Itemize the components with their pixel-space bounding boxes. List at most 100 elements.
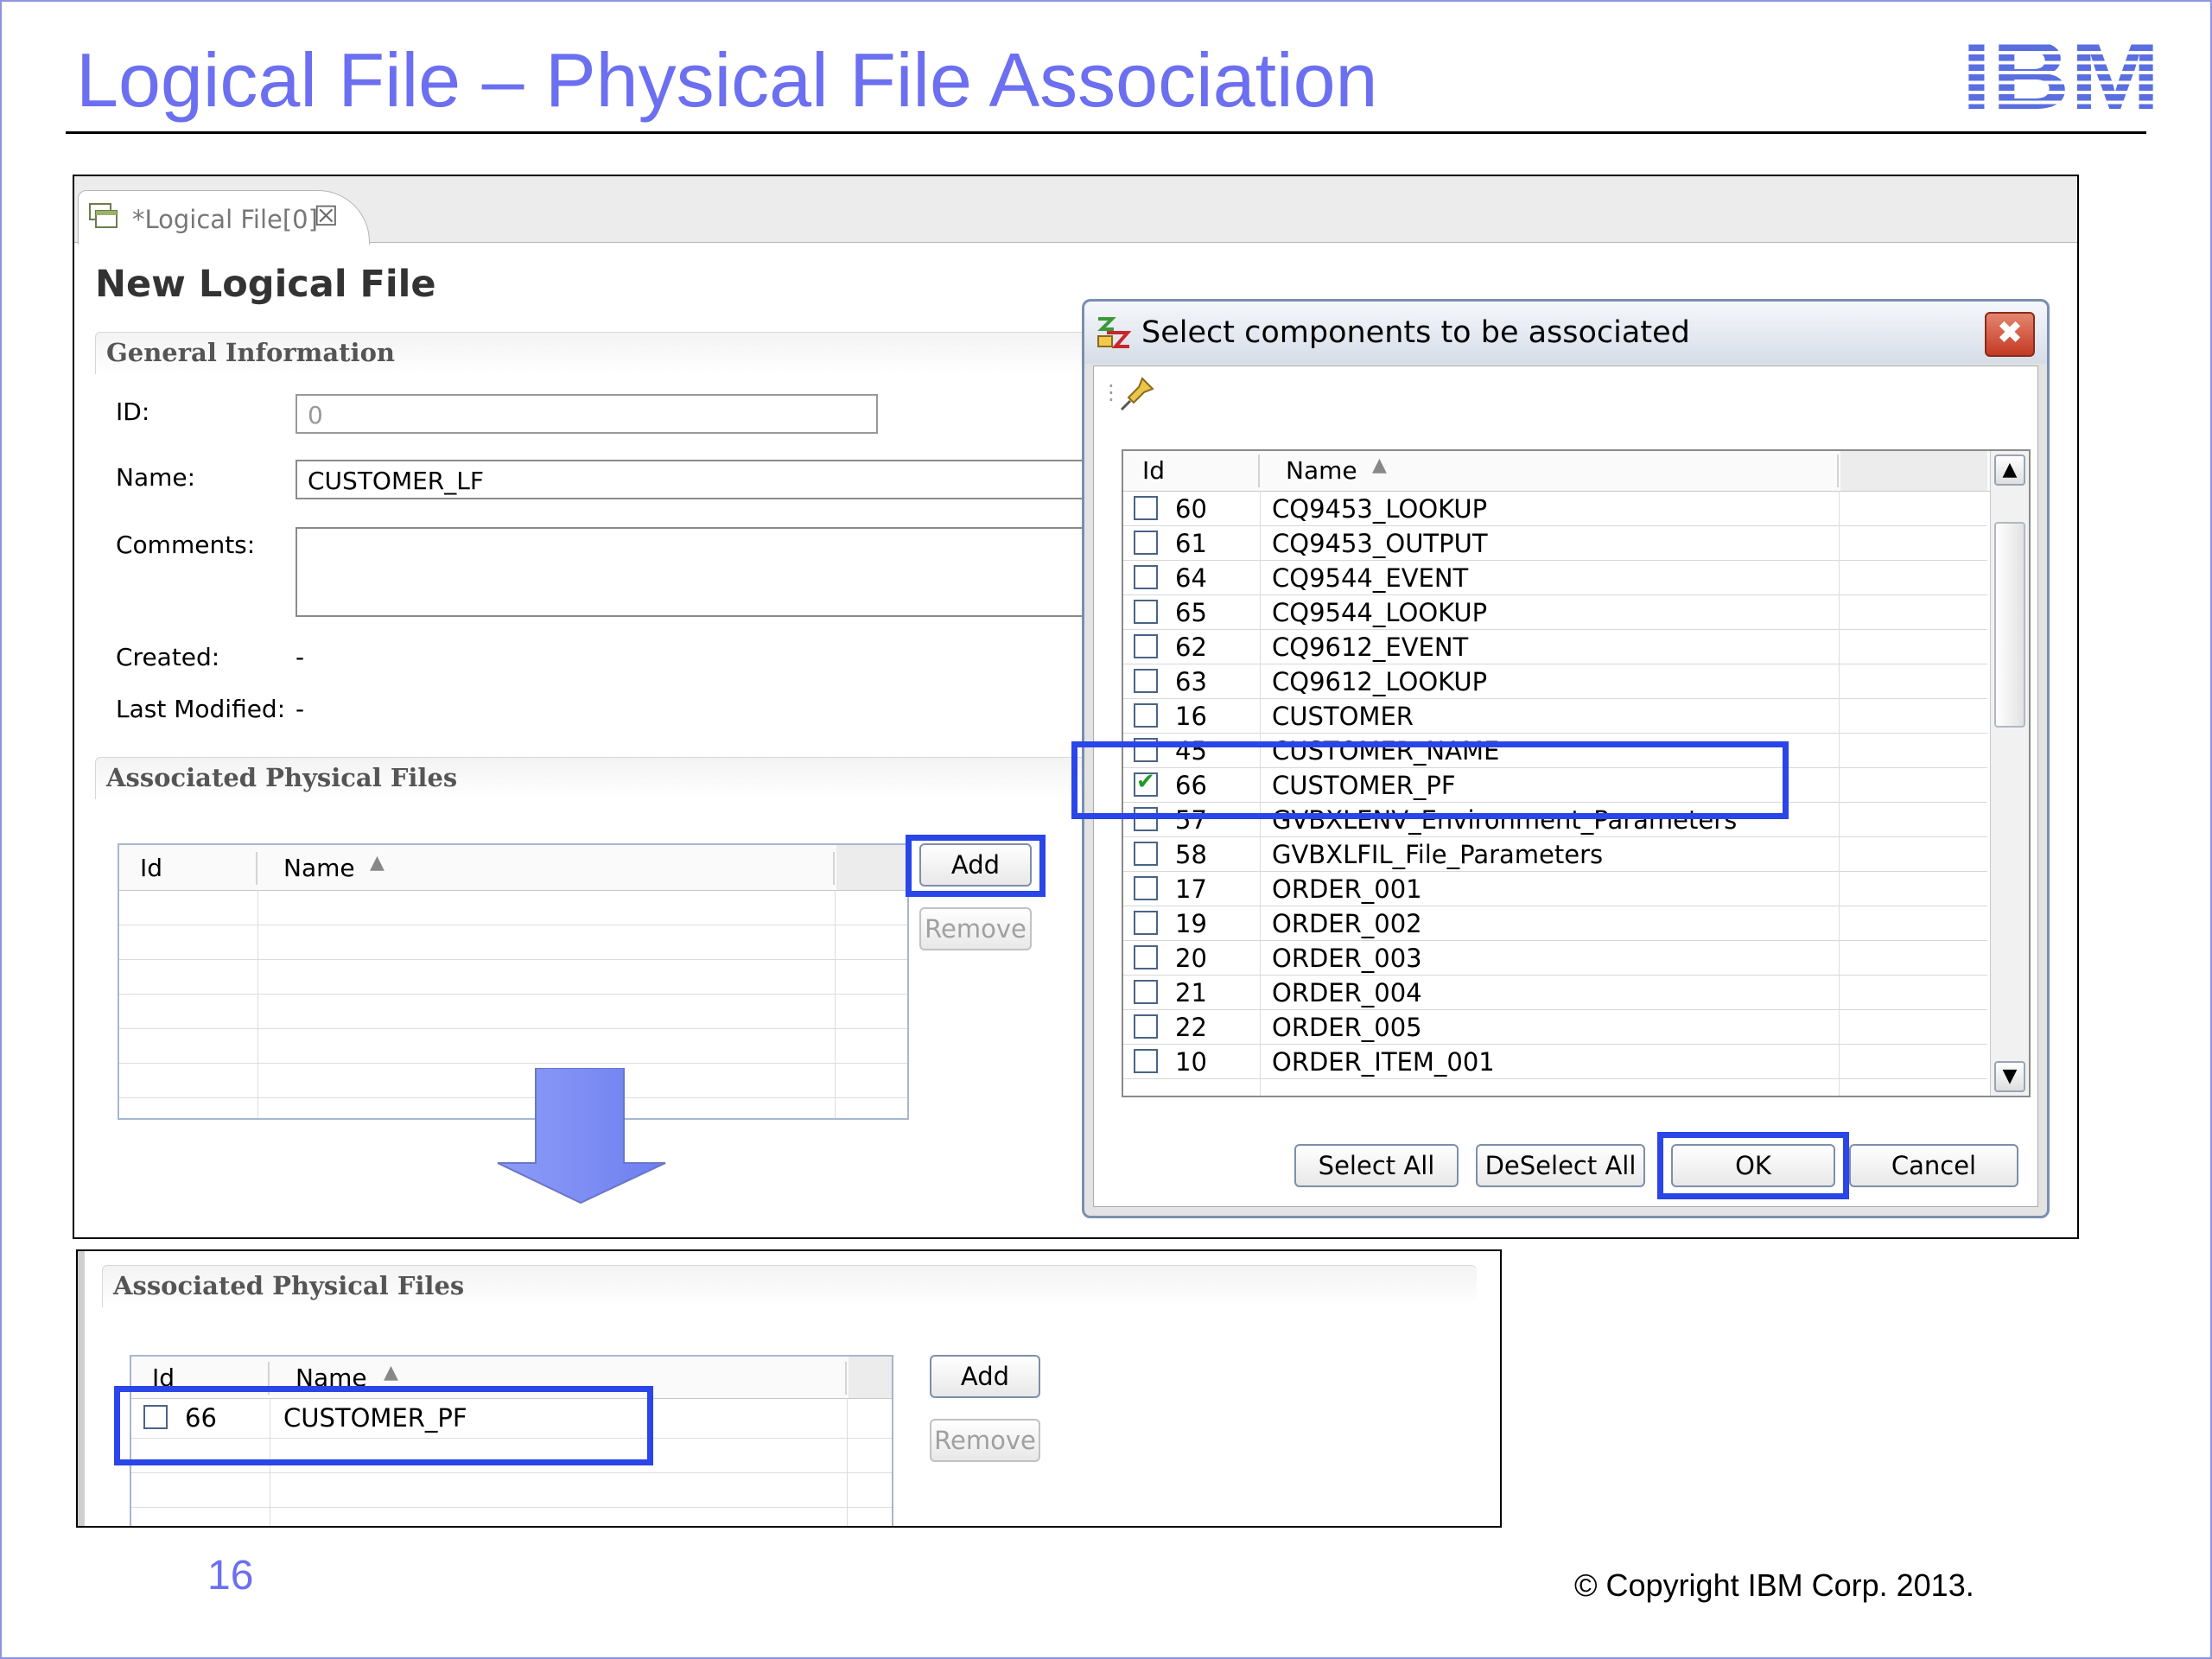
- row-checkbox[interactable]: [1134, 496, 1158, 520]
- row-checkbox[interactable]: [1134, 703, 1158, 728]
- row-id: 17: [1175, 874, 1207, 904]
- row-name: CQ9544_EVENT: [1272, 563, 1469, 593]
- row-id: 22: [1175, 1013, 1207, 1042]
- grid-row: [119, 925, 907, 960]
- row-name: CQ9453_LOOKUP: [1272, 494, 1488, 524]
- grid-line: [847, 1398, 848, 1526]
- remove-button[interactable]: Remove: [930, 1419, 1040, 1462]
- section-title: Associated Physical Files: [113, 1271, 465, 1300]
- list-item[interactable]: 22 ORDER_005: [1123, 1009, 1987, 1045]
- column-id[interactable]: Id: [1142, 456, 1165, 485]
- list-item[interactable]: 63 CQ9612_LOOKUP: [1123, 664, 1987, 699]
- grid-row: [119, 959, 907, 995]
- list-item[interactable]: 58 GVBXLFIL_File_Parameters: [1123, 836, 1987, 872]
- row-checkbox[interactable]: [1134, 1049, 1158, 1073]
- comments-field[interactable]: [296, 527, 1160, 617]
- column-name[interactable]: Name: [283, 854, 355, 882]
- list-item[interactable]: 19 ORDER_002: [1123, 906, 1987, 941]
- column-id[interactable]: Id: [140, 854, 162, 882]
- grid-header: Id Name ▲: [119, 845, 907, 891]
- last-modified-value: -: [296, 695, 305, 723]
- scroll-up-icon[interactable]: ▲: [1994, 454, 2025, 486]
- row-name: CQ9453_OUTPUT: [1272, 529, 1488, 558]
- close-icon[interactable]: ☒: [314, 200, 339, 232]
- row-id: 58: [1175, 840, 1207, 869]
- row-name: CUSTOMER: [1272, 702, 1414, 731]
- row-checkbox[interactable]: [1134, 1014, 1158, 1039]
- sort-ascending-icon: ▲: [384, 1362, 398, 1383]
- id-label: ID:: [116, 397, 150, 426]
- row-checkbox[interactable]: [1134, 980, 1158, 1004]
- pin-icon[interactable]: [1118, 375, 1156, 413]
- row-checkbox[interactable]: [1134, 876, 1158, 900]
- remove-button[interactable]: Remove: [919, 907, 1032, 950]
- row-checkbox[interactable]: [1134, 600, 1158, 624]
- list-item[interactable]: 64 CQ9544_EVENT: [1123, 560, 1987, 595]
- list-line: [1839, 491, 1840, 1096]
- grid-header-filler: [849, 1357, 892, 1398]
- tab-logical-file[interactable]: *Logical File[0] ☒: [78, 190, 370, 245]
- selected-row-highlight: [1071, 741, 1789, 819]
- logical-file-editor: *Logical File[0] ☒ New Logical File Gene…: [73, 175, 2079, 1239]
- row-id: 21: [1175, 978, 1207, 1007]
- row-id: 64: [1175, 563, 1207, 593]
- id-field[interactable]: 0: [296, 394, 878, 434]
- panel-edge: [78, 1251, 85, 1526]
- window-icon: [89, 203, 118, 228]
- grid-header-filler: [836, 845, 906, 890]
- list-item[interactable]: 17 ORDER_001: [1123, 871, 1987, 906]
- grid-row: [119, 1028, 907, 1064]
- row-name: CQ9612_EVENT: [1272, 632, 1469, 662]
- list-item[interactable]: 21 ORDER_004: [1123, 975, 1987, 1010]
- list-item[interactable]: 10 ORDER_ITEM_001: [1123, 1044, 1987, 1079]
- row-checkbox[interactable]: [1134, 945, 1158, 969]
- editor-tab-bar: *Logical File[0] ☒: [74, 176, 2077, 245]
- scroll-down-icon[interactable]: ▼: [1994, 1061, 2025, 1092]
- row-checkbox[interactable]: [1134, 531, 1158, 555]
- list-item[interactable]: 60 CQ9453_LOOKUP: [1123, 491, 1987, 526]
- close-icon[interactable]: ✖: [1985, 312, 2035, 357]
- column-separator: [845, 1362, 847, 1395]
- row-id: 19: [1175, 909, 1207, 938]
- section-title: Associated Physical Files: [106, 763, 458, 792]
- row-checkbox[interactable]: [1134, 669, 1158, 693]
- deselect-all-button[interactable]: DeSelect All: [1476, 1144, 1645, 1187]
- down-arrow-icon: [497, 1068, 666, 1205]
- row-checkbox[interactable]: [1134, 842, 1158, 866]
- grid-row: [131, 1472, 892, 1508]
- created-value: -: [296, 643, 305, 671]
- list-item[interactable]: 61 CQ9453_OUTPUT: [1123, 525, 1987, 561]
- column-separator: [256, 852, 257, 885]
- slide-title: Logical File – Physical File Association: [76, 37, 1378, 123]
- scrollbar[interactable]: ▲ ▼: [1990, 451, 2029, 1096]
- grid-row: [119, 890, 907, 925]
- name-field[interactable]: CUSTOMER_LF: [296, 460, 1160, 499]
- dialog-title-bar: Select components to be associated ✖: [1084, 302, 2047, 364]
- grid-row: [119, 994, 907, 1029]
- row-name: CQ9544_LOOKUP: [1272, 598, 1488, 627]
- add-button[interactable]: Add: [930, 1355, 1040, 1398]
- cancel-button[interactable]: Cancel: [1849, 1144, 2018, 1187]
- row-id: 10: [1175, 1047, 1207, 1077]
- list-item[interactable]: 20 ORDER_003: [1123, 940, 1987, 976]
- title-rule: [66, 131, 2146, 134]
- components-icon: [1097, 317, 1132, 348]
- column-name[interactable]: Name: [1286, 456, 1357, 485]
- list-item[interactable]: 62 CQ9612_EVENT: [1123, 629, 1987, 664]
- row-checkbox[interactable]: [1134, 911, 1158, 935]
- general-information-section: General Information: [95, 332, 1133, 374]
- section-title: General Information: [106, 338, 395, 367]
- form-title: New Logical File: [95, 263, 436, 306]
- row-name: ORDER_003: [1272, 944, 1422, 973]
- row-checkbox[interactable]: [1134, 565, 1158, 589]
- select-all-button[interactable]: Select All: [1294, 1144, 1459, 1187]
- row-checkbox[interactable]: [1134, 634, 1158, 658]
- column-separator: [1258, 454, 1260, 487]
- list-item[interactable]: 16 CUSTOMER: [1123, 698, 1987, 734]
- copyright: © Copyright IBM Corp. 2013.: [1574, 1567, 1974, 1603]
- list-item[interactable]: 65 CQ9544_LOOKUP: [1123, 594, 1987, 630]
- row-name: CQ9612_LOOKUP: [1272, 667, 1488, 696]
- sort-ascending-icon: ▲: [370, 852, 385, 874]
- scroll-thumb[interactable]: [1994, 522, 2025, 728]
- ok-button-highlight: [1657, 1132, 1849, 1199]
